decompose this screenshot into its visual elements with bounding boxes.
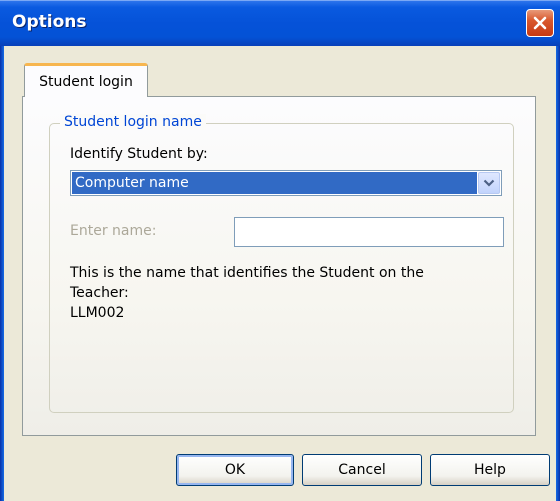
enter-name-label: Enter name: [70,223,157,239]
identify-student-select[interactable]: Computer name [70,170,502,196]
student-name-value: LLM002 [70,305,125,321]
group-legend: Student login name [60,114,206,130]
tab-panel: Student login name Identify Student by: … [22,96,536,436]
help-button[interactable]: Help [430,454,550,486]
ok-button-label: OK [224,462,246,478]
close-button[interactable] [526,9,554,37]
window-frame-left [0,46,4,501]
enter-name-input[interactable] [234,217,504,247]
cancel-button-label: Cancel [338,462,386,478]
cancel-button[interactable]: Cancel [302,454,422,486]
tab-student-login[interactable]: Student login [24,63,148,97]
select-value: Computer name [72,172,477,194]
close-icon [533,16,547,30]
ok-button[interactable]: OK [176,454,294,486]
tab-label: Student login [39,73,133,90]
chevron-down-icon [483,179,495,187]
info-text-line1: This is the name that identifies the Stu… [70,265,424,281]
help-button-label: Help [474,462,506,478]
student-login-name-group: Student login name Identify Student by: … [49,114,514,413]
dropdown-button[interactable] [478,172,500,194]
title-bar[interactable]: Options [0,0,560,46]
window-frame-right [556,46,560,501]
info-text-line2: Teacher: [70,285,129,301]
identify-student-label: Identify Student by: [70,146,208,162]
window-title: Options [12,12,87,32]
